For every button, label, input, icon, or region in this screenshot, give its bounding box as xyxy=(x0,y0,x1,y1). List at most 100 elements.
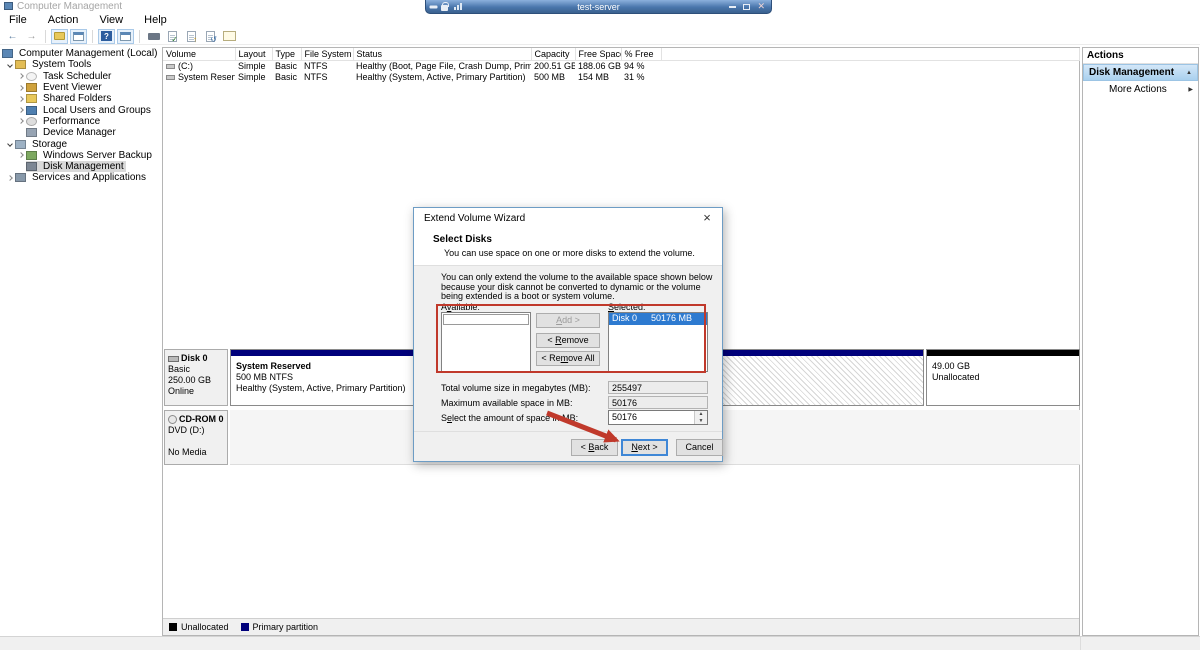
toolbar: ← → ? xyxy=(0,28,1200,45)
backup-icon xyxy=(26,151,37,160)
rdp-restore-button[interactable] xyxy=(743,4,750,10)
chevron-right-icon[interactable] xyxy=(16,119,26,123)
col-type[interactable]: Type xyxy=(272,48,301,61)
volume-icon xyxy=(166,64,175,69)
tree-item-task-scheduler[interactable]: Task Scheduler xyxy=(2,71,160,82)
tree-item-local-users-groups[interactable]: Local Users and Groups xyxy=(2,104,160,115)
lock-icon xyxy=(441,5,448,11)
chevron-right-icon[interactable] xyxy=(16,86,26,90)
rdp-minimize-button[interactable] xyxy=(729,6,736,8)
actions-panel: Actions Disk Management ▲ More Actions ▶ xyxy=(1082,47,1199,636)
signal-icon xyxy=(454,3,462,10)
rdp-close-button[interactable]: ✕ xyxy=(757,2,765,11)
col-freespace[interactable]: Free Space xyxy=(575,48,621,61)
spin-down-icon[interactable]: ▼ xyxy=(695,418,707,425)
chevron-right-icon[interactable] xyxy=(16,97,26,101)
menu-bar: File Action View Help xyxy=(0,13,1200,28)
col-layout[interactable]: Layout xyxy=(235,48,272,61)
tree-item-performance[interactable]: Performance xyxy=(2,116,160,127)
tree-item-system-tools[interactable]: System Tools xyxy=(2,59,160,70)
up-one-level-icon[interactable] xyxy=(183,29,200,44)
console-window-icon[interactable] xyxy=(70,29,87,44)
forward-icon[interactable]: → xyxy=(23,29,40,44)
chevron-right-icon[interactable] xyxy=(16,74,26,78)
rdp-connection-bar[interactable]: test-server ✕ xyxy=(425,0,772,14)
back-icon[interactable]: ← xyxy=(4,29,21,44)
chevron-down-icon[interactable] xyxy=(5,63,15,67)
computer-management-window: Computer Management File Action View Hel… xyxy=(0,0,1200,650)
tree-item-storage[interactable]: Storage xyxy=(2,138,160,149)
disk0-size: 250.00 GB xyxy=(168,375,225,386)
legend-primary-partition: Primary partition xyxy=(241,622,319,632)
chevron-right-icon[interactable] xyxy=(5,176,15,180)
toolbar-separator xyxy=(45,30,46,43)
dialog-title: Extend Volume Wizard xyxy=(424,213,525,224)
tree-item-computer-management[interactable]: Computer Management (Local) xyxy=(2,48,160,59)
spinner-arrows: ▲ ▼ xyxy=(694,411,707,424)
col-volume[interactable]: Volume xyxy=(163,48,235,61)
tree-item-shared-folders[interactable]: Shared Folders xyxy=(2,93,160,104)
status-bar xyxy=(0,636,1200,650)
chevron-right-icon[interactable] xyxy=(16,153,26,157)
console-tree: Computer Management (Local) System Tools… xyxy=(2,48,160,184)
properties-icon[interactable] xyxy=(221,29,238,44)
cdrom-label[interactable]: CD-ROM 0 DVD (D:) No Media xyxy=(164,410,228,465)
performance-icon xyxy=(26,117,37,126)
computer-icon xyxy=(2,49,13,58)
unallocated-region[interactable]: 49.00 GB Unallocated xyxy=(926,349,1080,406)
help-icon[interactable]: ? xyxy=(98,29,115,44)
chevron-down-icon[interactable] xyxy=(5,142,15,146)
dialog-titlebar[interactable]: Extend Volume Wizard × xyxy=(414,208,722,230)
wizard-heading: Select Disks xyxy=(433,234,492,245)
system-tools-icon xyxy=(15,60,26,69)
disk0-type: Basic xyxy=(168,364,225,375)
unallocated-swatch xyxy=(169,623,177,631)
volume-row-c[interactable]: (C:) Simple Basic NTFS Healthy (Boot, Pa… xyxy=(163,61,1080,72)
pin-icon[interactable] xyxy=(430,5,438,8)
refresh-icon[interactable] xyxy=(202,29,219,44)
wizard-description: You can only extend the volume to the av… xyxy=(441,273,717,302)
cdrom-media: No Media xyxy=(168,447,225,458)
tree-item-disk-management[interactable]: Disk Management xyxy=(2,161,160,172)
rdp-server-name: test-server xyxy=(426,2,771,12)
col-filesystem[interactable]: File System xyxy=(301,48,353,61)
cancel-button[interactable]: Cancel xyxy=(676,439,723,456)
col-filler xyxy=(661,48,1080,61)
volume-row-system-reserved[interactable]: System Reserved Simple Basic NTFS Health… xyxy=(163,72,1080,83)
folder-icon[interactable] xyxy=(51,29,68,44)
local-users-icon xyxy=(26,106,37,115)
tree-item-services-applications[interactable]: Services and Applications xyxy=(2,172,160,183)
annotation-arrow xyxy=(540,406,640,456)
unallocated-color-bar xyxy=(927,350,1079,356)
partition-color-bar xyxy=(231,350,416,356)
partition-system-reserved[interactable]: System Reserved 500 MB NTFS Healthy (Sys… xyxy=(230,349,417,406)
menu-file[interactable]: File xyxy=(0,13,36,26)
export-list-icon[interactable] xyxy=(164,29,181,44)
cdrom-drive: DVD (D:) xyxy=(168,425,225,436)
chevron-right-icon[interactable] xyxy=(16,108,26,112)
cdrom-icon xyxy=(168,415,177,424)
storage-icon xyxy=(15,140,26,149)
menu-help[interactable]: Help xyxy=(135,13,176,26)
console-window-icon[interactable] xyxy=(117,29,134,44)
menu-action[interactable]: Action xyxy=(39,13,88,26)
toolbar-separator xyxy=(139,30,140,43)
col-capacity[interactable]: Capacity xyxy=(531,48,575,61)
annotation-highlight-box xyxy=(436,304,706,373)
disk-management-icon xyxy=(26,162,37,171)
col-status[interactable]: Status xyxy=(353,48,531,61)
col-pctfree[interactable]: % Free xyxy=(621,48,661,61)
menu-view[interactable]: View xyxy=(90,13,132,26)
collapse-icon[interactable]: ▲ xyxy=(1186,70,1192,76)
primary-partition-swatch xyxy=(241,623,249,631)
legend-unallocated: Unallocated xyxy=(169,622,229,632)
legend-bar: Unallocated Primary partition xyxy=(163,618,1079,635)
close-icon[interactable]: × xyxy=(692,208,722,229)
disk0-label[interactable]: Disk 0 Basic 250.00 GB Online xyxy=(164,349,228,406)
tool-icon[interactable] xyxy=(145,29,162,44)
tree-item-windows-server-backup[interactable]: Windows Server Backup xyxy=(2,150,160,161)
tree-item-event-viewer[interactable]: Event Viewer xyxy=(2,82,160,93)
tree-item-device-manager[interactable]: Device Manager xyxy=(2,127,160,138)
actions-more-actions[interactable]: More Actions ▶ xyxy=(1083,81,1198,98)
actions-group-disk-management[interactable]: Disk Management ▲ xyxy=(1083,64,1198,81)
